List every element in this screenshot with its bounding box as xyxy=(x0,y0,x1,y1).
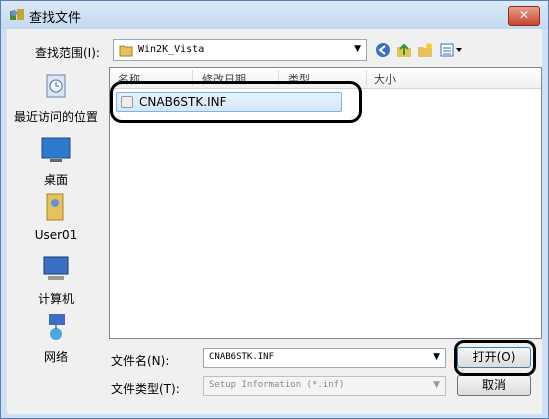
network-icon xyxy=(49,314,65,340)
place-user[interactable]: User01 xyxy=(9,191,103,242)
place-computer[interactable]: 计算机 xyxy=(9,253,103,307)
window-title: 查找文件 xyxy=(29,11,82,26)
title-bar[interactable]: 查找文件 ✕ xyxy=(1,1,548,29)
filetype-label: 文件类型(T): xyxy=(111,382,180,396)
desktop-icon xyxy=(41,137,71,162)
dialog-body: 查找范围(I): Win2K_Vista ▼ 最近访问的位置 桌面 User01… xyxy=(7,29,542,414)
computer-icon xyxy=(43,256,69,280)
place-network[interactable]: 网络 xyxy=(9,311,103,365)
look-in-dropdown[interactable]: Win2K_Vista ▼ xyxy=(113,39,367,61)
folder-icon xyxy=(119,45,133,57)
filetype-value: Setup Information (*.inf) xyxy=(209,380,345,390)
places-bar: 最近访问的位置 桌面 User01 计算机 网络 xyxy=(9,69,103,401)
chevron-down-icon[interactable]: ▼ xyxy=(433,352,440,362)
find-file-dialog: 查找文件 ✕ 查找范围(I): Win2K_Vista ▼ 最近访问的位置 桌面… xyxy=(0,0,549,419)
new-folder-icon[interactable] xyxy=(416,41,434,59)
app-icon xyxy=(10,9,24,20)
chevron-down-icon[interactable]: ▼ xyxy=(433,380,440,390)
highlight-callout xyxy=(454,340,536,376)
filename-label: 文件名(N): xyxy=(111,354,170,368)
chevron-down-icon: ▼ xyxy=(354,44,361,54)
look-in-value: Win2K_Vista xyxy=(138,44,205,55)
filetype-dropdown[interactable]: Setup Information (*.inf) ▼ xyxy=(203,376,446,396)
filename-field[interactable]: CNAB6STK.INF ▼ xyxy=(203,348,446,368)
place-desktop[interactable]: 桌面 xyxy=(9,134,103,188)
filename-value: CNAB6STK.INF xyxy=(209,352,275,362)
place-label: 桌面 xyxy=(43,173,68,187)
column-divider[interactable] xyxy=(366,70,367,86)
back-arrow-icon[interactable] xyxy=(374,41,392,59)
look-in-label: 查找范围(I): xyxy=(35,46,100,60)
place-label: 计算机 xyxy=(37,292,74,306)
highlight-callout xyxy=(110,81,362,123)
recent-places-icon xyxy=(46,74,66,98)
views-menu-icon[interactable] xyxy=(439,41,465,59)
place-recent[interactable]: 最近访问的位置 xyxy=(9,71,103,125)
column-size[interactable]: 大小 xyxy=(374,71,396,87)
up-folder-icon[interactable] xyxy=(395,41,413,59)
place-label: User01 xyxy=(34,228,78,242)
user-folder-icon xyxy=(46,193,64,221)
close-button[interactable]: ✕ xyxy=(508,6,540,26)
place-label: 最近访问的位置 xyxy=(13,110,98,124)
cancel-button[interactable]: 取消 xyxy=(457,375,531,396)
place-label: 网络 xyxy=(43,350,68,364)
